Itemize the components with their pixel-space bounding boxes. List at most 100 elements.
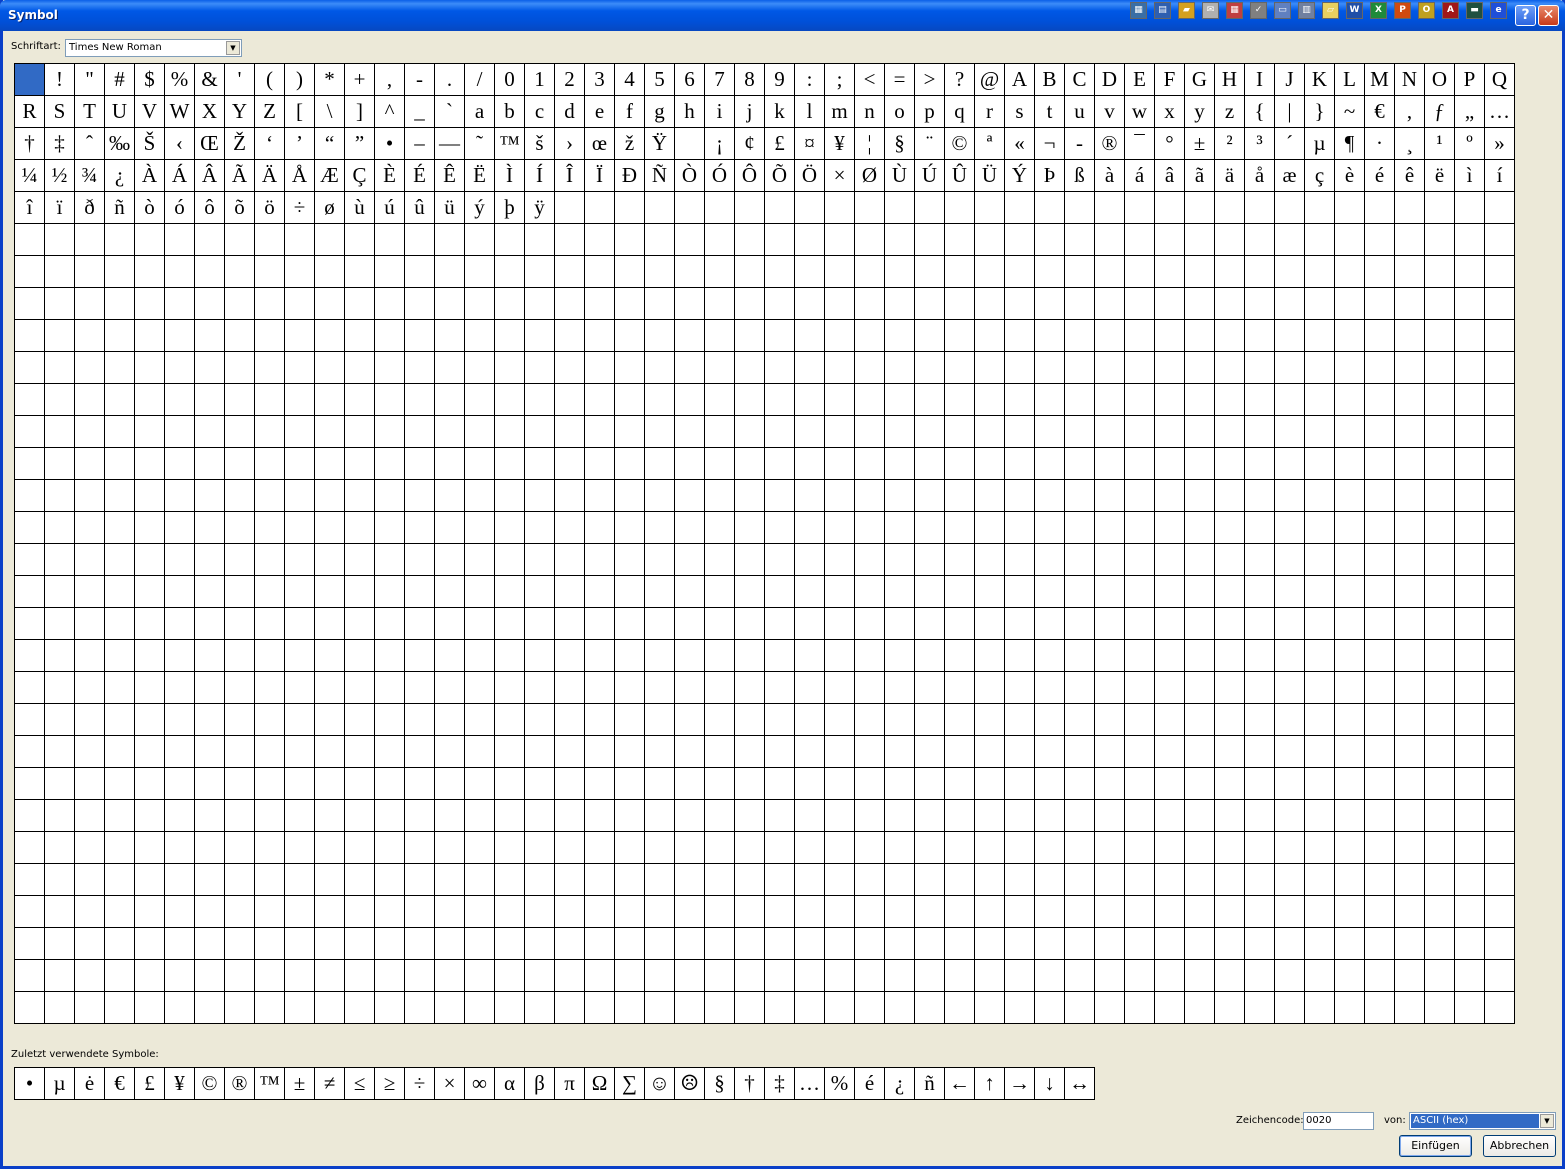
symbol-cell[interactable]	[1065, 608, 1095, 640]
symbol-cell[interactable]	[735, 928, 765, 960]
symbol-cell[interactable]	[1365, 192, 1395, 224]
symbol-cell[interactable]	[405, 448, 435, 480]
symbol-cell[interactable]	[375, 512, 405, 544]
symbol-cell[interactable]	[105, 480, 135, 512]
symbol-cell[interactable]	[15, 384, 45, 416]
symbol-cell[interactable]: ƒ	[1425, 96, 1455, 128]
symbol-cell[interactable]	[945, 288, 975, 320]
symbol-cell[interactable]	[315, 544, 345, 576]
symbol-cell[interactable]	[1185, 672, 1215, 704]
symbol-cell[interactable]	[345, 960, 375, 992]
symbol-cell[interactable]	[1395, 672, 1425, 704]
symbol-cell[interactable]	[1485, 928, 1515, 960]
symbol-cell[interactable]: Ï	[585, 160, 615, 192]
symbol-cell[interactable]	[1215, 960, 1245, 992]
recent-symbol-cell[interactable]: †	[735, 1068, 765, 1100]
symbol-cell[interactable]	[1425, 448, 1455, 480]
symbol-cell[interactable]	[1425, 416, 1455, 448]
symbol-cell[interactable]	[45, 320, 75, 352]
symbol-cell[interactable]	[945, 512, 975, 544]
symbol-cell[interactable]	[465, 736, 495, 768]
symbol-cell[interactable]	[1245, 544, 1275, 576]
symbol-cell[interactable]	[945, 544, 975, 576]
symbol-cell[interactable]	[945, 480, 975, 512]
symbol-cell[interactable]	[1335, 416, 1365, 448]
symbol-cell[interactable]	[375, 384, 405, 416]
symbol-cell[interactable]	[1005, 320, 1035, 352]
symbol-cell[interactable]: ç	[1305, 160, 1335, 192]
symbol-cell[interactable]	[375, 832, 405, 864]
symbol-cell[interactable]	[435, 832, 465, 864]
symbol-cell[interactable]: ?	[945, 64, 975, 96]
symbol-cell[interactable]	[285, 704, 315, 736]
symbol-cell[interactable]: Q	[1485, 64, 1515, 96]
symbol-cell[interactable]	[135, 320, 165, 352]
ie-icon[interactable]: e	[1490, 2, 1507, 19]
symbol-cell[interactable]	[1155, 224, 1185, 256]
symbol-cell[interactable]	[375, 224, 405, 256]
symbol-cell[interactable]	[555, 288, 585, 320]
symbol-cell[interactable]	[1245, 384, 1275, 416]
symbol-cell[interactable]	[885, 320, 915, 352]
symbol-cell[interactable]	[1065, 704, 1095, 736]
symbol-cell[interactable]	[1305, 672, 1335, 704]
symbol-cell[interactable]: º	[1455, 128, 1485, 160]
symbol-cell[interactable]	[975, 320, 1005, 352]
symbol-cell[interactable]	[615, 416, 645, 448]
symbol-cell[interactable]	[705, 512, 735, 544]
symbol-cell[interactable]	[645, 352, 675, 384]
symbol-cell[interactable]	[345, 352, 375, 384]
symbol-cell[interactable]	[15, 352, 45, 384]
recent-symbol-cell[interactable]: £	[135, 1068, 165, 1100]
symbol-cell[interactable]	[225, 320, 255, 352]
symbol-cell[interactable]	[465, 960, 495, 992]
symbol-cell[interactable]	[615, 896, 645, 928]
symbol-cell[interactable]	[795, 416, 825, 448]
symbol-cell[interactable]	[1095, 800, 1125, 832]
symbol-cell[interactable]	[255, 992, 285, 1024]
symbol-cell[interactable]	[255, 960, 285, 992]
symbol-cell[interactable]	[525, 512, 555, 544]
symbol-cell[interactable]	[795, 512, 825, 544]
symbol-cell[interactable]	[405, 640, 435, 672]
symbol-cell[interactable]	[255, 736, 285, 768]
symbol-cell[interactable]	[1215, 448, 1245, 480]
symbol-cell[interactable]	[1455, 448, 1485, 480]
symbol-cell[interactable]	[1395, 928, 1425, 960]
symbol-cell[interactable]	[795, 960, 825, 992]
symbol-cell[interactable]	[915, 384, 945, 416]
symbol-cell[interactable]	[915, 800, 945, 832]
symbol-cell[interactable]: í	[1485, 160, 1515, 192]
symbol-cell[interactable]: D	[1095, 64, 1125, 96]
symbol-cell[interactable]: À	[135, 160, 165, 192]
symbol-cell[interactable]	[45, 928, 75, 960]
symbol-cell[interactable]	[1095, 416, 1125, 448]
symbol-cell[interactable]	[615, 704, 645, 736]
symbol-cell[interactable]	[795, 352, 825, 384]
symbol-cell[interactable]	[645, 512, 675, 544]
symbol-cell[interactable]	[555, 224, 585, 256]
symbol-cell[interactable]	[1365, 512, 1395, 544]
symbol-cell[interactable]: Ö	[795, 160, 825, 192]
symbol-cell[interactable]	[75, 320, 105, 352]
symbol-cell[interactable]	[585, 256, 615, 288]
symbol-cell[interactable]	[1425, 288, 1455, 320]
symbol-cell[interactable]	[1035, 320, 1065, 352]
symbol-cell[interactable]	[15, 928, 45, 960]
symbol-cell[interactable]	[285, 768, 315, 800]
symbol-cell[interactable]	[45, 288, 75, 320]
symbol-cell[interactable]	[675, 128, 705, 160]
recent-symbol-cell[interactable]: ≤	[345, 1068, 375, 1100]
symbol-cell[interactable]	[855, 608, 885, 640]
symbol-cell[interactable]: ›	[555, 128, 585, 160]
symbol-cell[interactable]	[1425, 960, 1455, 992]
symbol-cell[interactable]: ð	[75, 192, 105, 224]
symbol-cell[interactable]	[45, 224, 75, 256]
symbol-cell[interactable]	[915, 608, 945, 640]
symbol-cell[interactable]	[195, 480, 225, 512]
symbol-cell[interactable]	[1275, 896, 1305, 928]
symbol-cell[interactable]	[75, 224, 105, 256]
symbol-cell[interactable]	[345, 928, 375, 960]
symbol-cell[interactable]	[585, 896, 615, 928]
symbol-cell[interactable]	[1185, 640, 1215, 672]
